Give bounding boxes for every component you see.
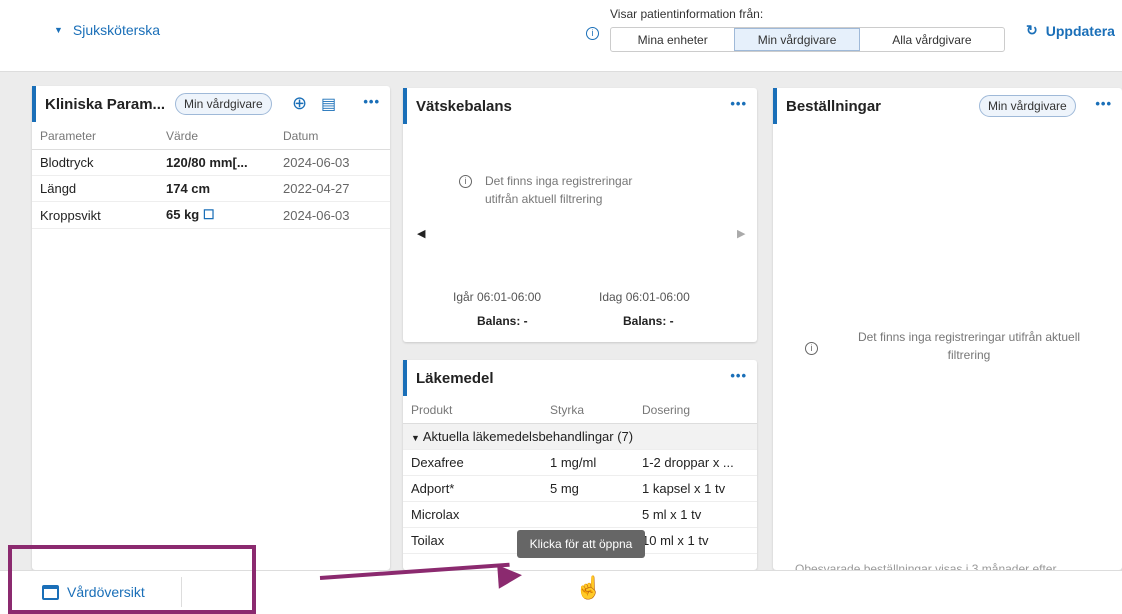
group-text: Aktuella läkemedelsbehandlingar (7) <box>422 429 634 444</box>
clinical-parameters-card: Kliniska Param... Min vårdgivare ⊕ ▤ •••… <box>32 86 390 570</box>
medicine-title: Läkemedel <box>416 369 494 387</box>
info-icon: i <box>586 24 599 40</box>
medicine-header-row: Produkt Styrka Dosering <box>403 396 757 424</box>
column-header: Produkt <box>403 396 542 424</box>
filter-alla-vardgivare[interactable]: Alla vårdgivare <box>860 28 1004 51</box>
orders-title: Beställningar <box>786 97 882 115</box>
orders-empty-info-icon: i <box>805 339 818 355</box>
clinical-title: Kliniska Param... <box>45 95 166 113</box>
group-label: ▼ Aktuella läkemedelsbehandlingar (7) <box>403 423 757 450</box>
fluid-empty-message: Det finns inga registreringar utifrån ak… <box>485 172 685 208</box>
dose-cell: 1-2 droppar x ... <box>634 449 757 476</box>
column-header: Dosering <box>634 396 757 424</box>
empty-line: Det finns inga registreringar utifrån ak… <box>857 330 1081 344</box>
strength-cell <box>542 501 634 528</box>
annotation-box <box>8 545 256 614</box>
product-cell: Dexafree <box>403 449 542 476</box>
balance-label: Balans: - <box>477 314 528 328</box>
value-cell: 174 cm <box>158 175 275 202</box>
balance-label: Balans: - <box>623 314 674 328</box>
fluid-title: Vätskebalans <box>416 97 512 115</box>
table-row[interactable]: Kroppsvikt 65 kg ☐ 2024-06-03 <box>32 201 390 229</box>
group-row[interactable]: ▼ Aktuella läkemedelsbehandlingar (7) <box>403 423 757 450</box>
filter-min-vardgivare[interactable]: Min vårdgivare <box>734 28 860 51</box>
empty-line: Det finns inga registreringar <box>485 174 633 188</box>
more-icon[interactable]: ••• <box>1095 96 1112 111</box>
strength-cell: 1 mg/ml <box>542 449 634 476</box>
parameter-cell: Längd <box>32 175 158 202</box>
refresh-icon: ↻ <box>1026 22 1038 38</box>
caret-down-icon: ▼ <box>411 433 420 443</box>
date-cell: 2024-06-03 <box>275 149 390 176</box>
column-header: Parameter <box>32 122 158 150</box>
fluid-empty-info-icon: i <box>459 172 472 188</box>
printer-icon[interactable]: ▤ <box>321 94 336 114</box>
hand-cursor-icon: ☝ <box>575 575 603 600</box>
medicine-header: Läkemedel ••• <box>403 360 757 396</box>
more-icon[interactable]: ••• <box>730 96 747 111</box>
role-selector[interactable]: ▼ Sjuksköterska <box>54 22 160 38</box>
empty-line: utifrån aktuell filtrering <box>485 192 603 206</box>
next-arrow-icon[interactable]: ▶ <box>737 227 745 240</box>
orders-header: Beställningar Min vårdgivare ••• <box>773 88 1122 124</box>
clinical-header: Kliniska Param... Min vårdgivare ⊕ ▤ ••• <box>32 86 390 122</box>
column-header: Datum <box>275 122 390 150</box>
parameter-cell: Blodtryck <box>32 149 158 176</box>
role-label: Sjuksköterska <box>72 22 161 38</box>
table-row[interactable]: Dexafree 1 mg/ml 1-2 droppar x ... <box>403 449 757 476</box>
empty-line: filtrering <box>947 348 991 362</box>
top-toolbar: ▼ Sjuksköterska i Visar patientinformati… <box>0 0 1122 72</box>
add-icon[interactable]: ⊕ <box>292 93 307 114</box>
orders-card: Beställningar Min vårdgivare ••• i Det f… <box>773 88 1122 576</box>
prev-arrow-icon[interactable]: ◀ <box>417 227 425 240</box>
tooltip: Klicka för att öppna <box>517 530 645 558</box>
clinical-header-row: Parameter Värde Datum <box>32 122 390 150</box>
comment-icon[interactable]: ☐ <box>203 207 215 222</box>
date-cell: 2022-04-27 <box>275 175 390 202</box>
column-header: Värde <box>158 122 275 150</box>
fluid-header: Vätskebalans ••• <box>403 88 757 124</box>
orders-pill[interactable]: Min vårdgivare <box>979 95 1076 117</box>
weight-value: 65 kg <box>166 207 200 222</box>
date-cell: 2024-06-03 <box>275 201 390 229</box>
orders-empty-message: Det finns inga registreringar utifrån ak… <box>829 328 1109 364</box>
annotation-arrow-head <box>497 563 523 589</box>
clinical-pill[interactable]: Min vårdgivare <box>175 93 272 115</box>
value-cell: 120/80 mm[... <box>158 149 275 176</box>
source-filter: Mina enheter Min vårdgivare Alla vårdgiv… <box>610 27 1005 52</box>
period-label: Idag 06:01-06:00 <box>599 290 690 304</box>
refresh-label: Uppdatera <box>1045 22 1115 39</box>
product-cell: Microlax <box>403 501 542 528</box>
dose-cell: 5 ml x 1 tv <box>634 501 757 528</box>
more-icon[interactable]: ••• <box>730 368 747 383</box>
strength-cell: 5 mg <box>542 475 634 502</box>
caret-down-icon: ▼ <box>54 25 63 35</box>
column-header: Styrka <box>542 396 634 424</box>
clinical-table: Parameter Värde Datum Blodtryck 120/80 m… <box>32 122 390 229</box>
product-cell: Adport* <box>403 475 542 502</box>
table-row[interactable]: Microlax 5 ml x 1 tv <box>403 501 757 528</box>
table-row[interactable]: Blodtryck 120/80 mm[... 2024-06-03 <box>32 149 390 176</box>
refresh-button[interactable]: ↻ Uppdatera <box>1026 22 1115 39</box>
more-icon[interactable]: ••• <box>363 94 380 109</box>
filter-title: Visar patientinformation från: <box>610 7 764 21</box>
period-label: Igår 06:01-06:00 <box>453 290 542 304</box>
table-row[interactable]: Adport* 5 mg 1 kapsel x 1 tv <box>403 475 757 502</box>
fluid-balance-card: Vätskebalans ••• i Det finns inga regist… <box>403 88 757 342</box>
dose-cell: 10 ml x 1 tv <box>634 527 757 554</box>
parameter-cell: Kroppsvikt <box>32 201 158 229</box>
filter-mina-enheter[interactable]: Mina enheter <box>611 28 734 51</box>
dose-cell: 1 kapsel x 1 tv <box>634 475 757 502</box>
value-cell: 65 kg ☐ <box>158 201 275 229</box>
table-row[interactable]: Längd 174 cm 2022-04-27 <box>32 175 390 202</box>
